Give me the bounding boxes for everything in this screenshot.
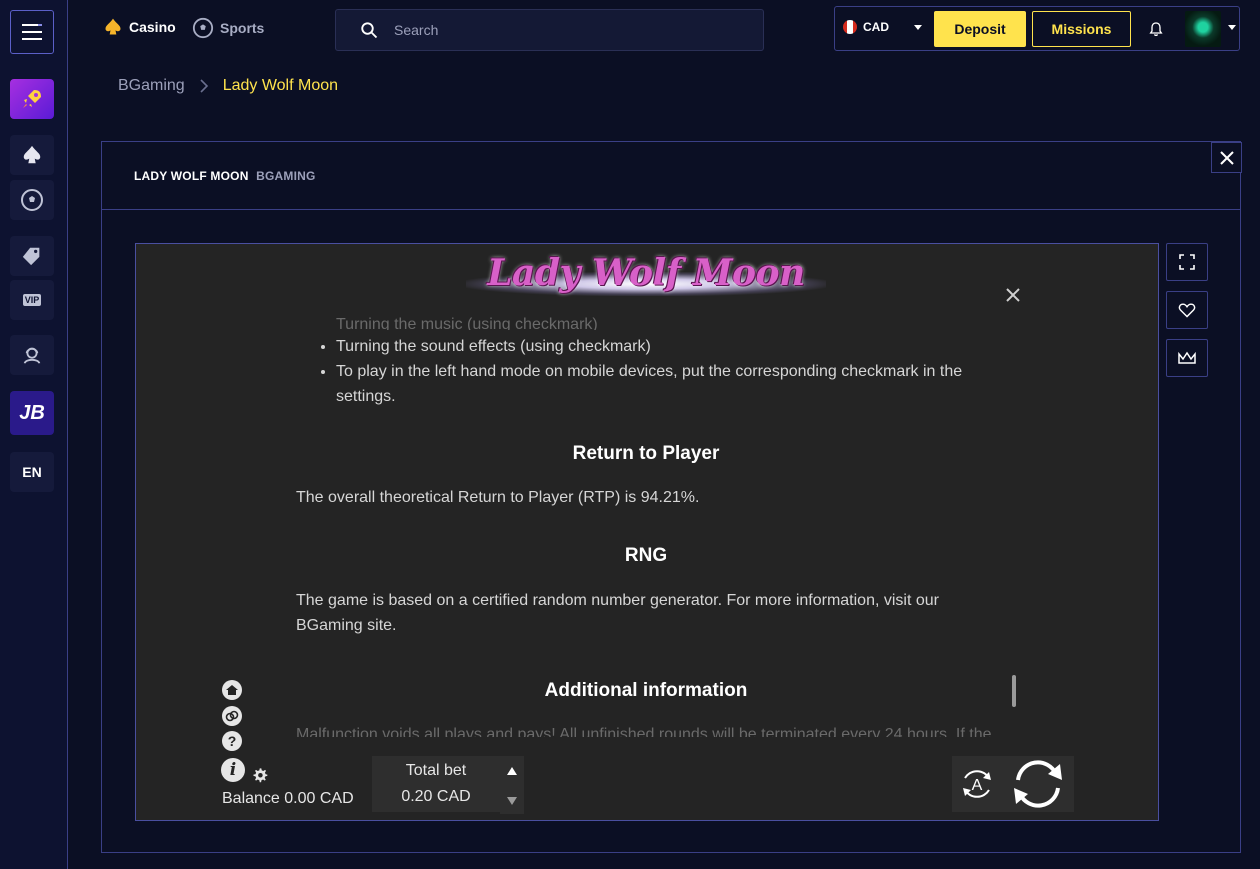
bet-decrease-icon[interactable] <box>506 796 518 806</box>
info-button[interactable]: i <box>221 758 245 782</box>
crown-icon <box>1178 351 1196 364</box>
vip-icon: VIP <box>22 294 42 306</box>
modal-provider: BGAMING <box>256 169 316 183</box>
rules-list-item: Turning the music (using checkmark) <box>336 314 996 331</box>
tournament-button[interactable] <box>1166 339 1208 377</box>
modal-title: LADY WOLF MOON BGAMING <box>134 169 316 183</box>
autoplay-icon: A <box>963 770 991 798</box>
rules-list-item: Turning the sound effects (using checkma… <box>336 334 996 359</box>
rules-content: Turning the music (using checkmark) Turn… <box>296 314 996 738</box>
currency-selector[interactable]: CAD <box>843 20 889 34</box>
modal-game-title: LADY WOLF MOON <box>134 169 249 183</box>
account-bar: CAD Deposit Missions <box>834 6 1240 51</box>
spin-button[interactable] <box>1002 756 1074 812</box>
home-button[interactable] <box>222 680 242 700</box>
tag-icon <box>22 247 40 266</box>
rtp-text: The overall theoretical Return to Player… <box>296 489 700 506</box>
sidebar-item-sports[interactable] <box>10 180 54 220</box>
menu-button[interactable] <box>10 10 54 54</box>
spin-icon <box>1014 760 1062 808</box>
home-icon <box>226 685 238 695</box>
rtp-heading: Return to Player <box>572 443 720 464</box>
bet-increase-icon[interactable] <box>506 766 518 776</box>
soccer-ball-icon <box>192 17 214 39</box>
sidebar-item-support[interactable] <box>10 335 54 375</box>
soccer-ball-icon <box>21 189 43 211</box>
sidebar-item-promotions[interactable] <box>10 236 54 276</box>
bell-icon[interactable] <box>1148 20 1164 38</box>
autoplay-button[interactable]: A <box>952 756 1002 812</box>
nav-sports[interactable]: Sports <box>192 17 264 39</box>
chevron-right-icon <box>200 79 208 93</box>
autoplay-label: A <box>972 777 983 794</box>
sidebar-item-vip[interactable]: VIP <box>10 280 54 320</box>
game-logo: Lady Wolf Moon <box>487 252 805 294</box>
fullscreen-button[interactable] <box>1166 243 1208 281</box>
modal-close-button[interactable] <box>1211 142 1242 173</box>
sidebar-item-promo[interactable] <box>10 79 54 119</box>
rules-list-item: To play in the left hand mode on mobile … <box>336 359 996 409</box>
spade-icon <box>105 18 121 35</box>
canada-flag-icon <box>843 20 857 34</box>
missions-button[interactable]: Missions <box>1032 11 1131 47</box>
currency-label: CAD <box>863 20 889 34</box>
rocket-icon <box>23 90 41 108</box>
support-agent-icon <box>23 347 41 364</box>
close-icon <box>1219 150 1234 165</box>
rules-list: Turning the music (using checkmark) Turn… <box>296 314 996 409</box>
total-bet-label: Total bet <box>405 762 467 779</box>
game-modal: LADY WOLF MOON BGAMING Lady Wolf Moon • … <box>101 141 1242 853</box>
favorite-button[interactable] <box>1166 291 1208 329</box>
sidebar-item-jb[interactable]: JB <box>10 391 54 435</box>
total-bet-display: Total bet 0.20 CAD <box>372 756 500 812</box>
sidebar: VIP JB EN <box>0 0 68 869</box>
spade-icon <box>23 145 41 164</box>
search-icon <box>361 22 378 39</box>
chevron-down-icon[interactable] <box>913 24 923 32</box>
modal-header: LADY WOLF MOON BGAMING <box>102 142 1240 210</box>
bet-stepper <box>500 756 524 814</box>
nav-casino[interactable]: Casino <box>103 17 176 37</box>
sidebar-item-casino[interactable] <box>10 135 54 175</box>
breadcrumb-current: Lady Wolf Moon <box>222 77 339 94</box>
question-icon: ? <box>227 733 237 749</box>
breadcrumb: BGaming Lady Wolf Moon <box>118 77 338 95</box>
rng-text: The game is based on a certified random … <box>296 592 939 634</box>
additional-heading: Additional information <box>544 680 748 701</box>
rules-scrollbar[interactable] <box>1012 675 1016 707</box>
gear-icon[interactable] <box>252 767 268 783</box>
help-button[interactable]: ? <box>222 731 242 751</box>
coins-icon <box>225 710 239 722</box>
rng-heading: RNG <box>624 545 668 566</box>
heart-icon <box>1178 303 1196 318</box>
additional-text: Malfunction voids all plays and pays! Al… <box>296 726 992 737</box>
total-bet-value: 0.20 CAD <box>401 788 471 805</box>
breadcrumb-parent[interactable]: BGaming <box>118 77 185 95</box>
chevron-down-icon[interactable] <box>1227 24 1237 32</box>
game-frame[interactable]: Lady Wolf Moon Turning the music (using … <box>135 243 1159 821</box>
avatar[interactable] <box>1185 11 1221 47</box>
hamburger-icon <box>22 24 42 40</box>
rules-close-button[interactable] <box>1006 285 1020 308</box>
close-icon <box>1006 288 1020 302</box>
bet-history-button[interactable] <box>222 706 242 726</box>
balance-display: Balance 0.00 CAD <box>222 790 354 807</box>
nav-sports-label: Sports <box>220 20 265 36</box>
fullscreen-icon <box>1179 254 1195 270</box>
language-selector[interactable]: EN <box>10 452 54 492</box>
nav-casino-label: Casino <box>129 19 176 35</box>
search-bar[interactable] <box>335 9 764 51</box>
deposit-button[interactable]: Deposit <box>934 11 1026 47</box>
info-icon: i <box>229 760 237 780</box>
search-input[interactable] <box>394 22 754 38</box>
